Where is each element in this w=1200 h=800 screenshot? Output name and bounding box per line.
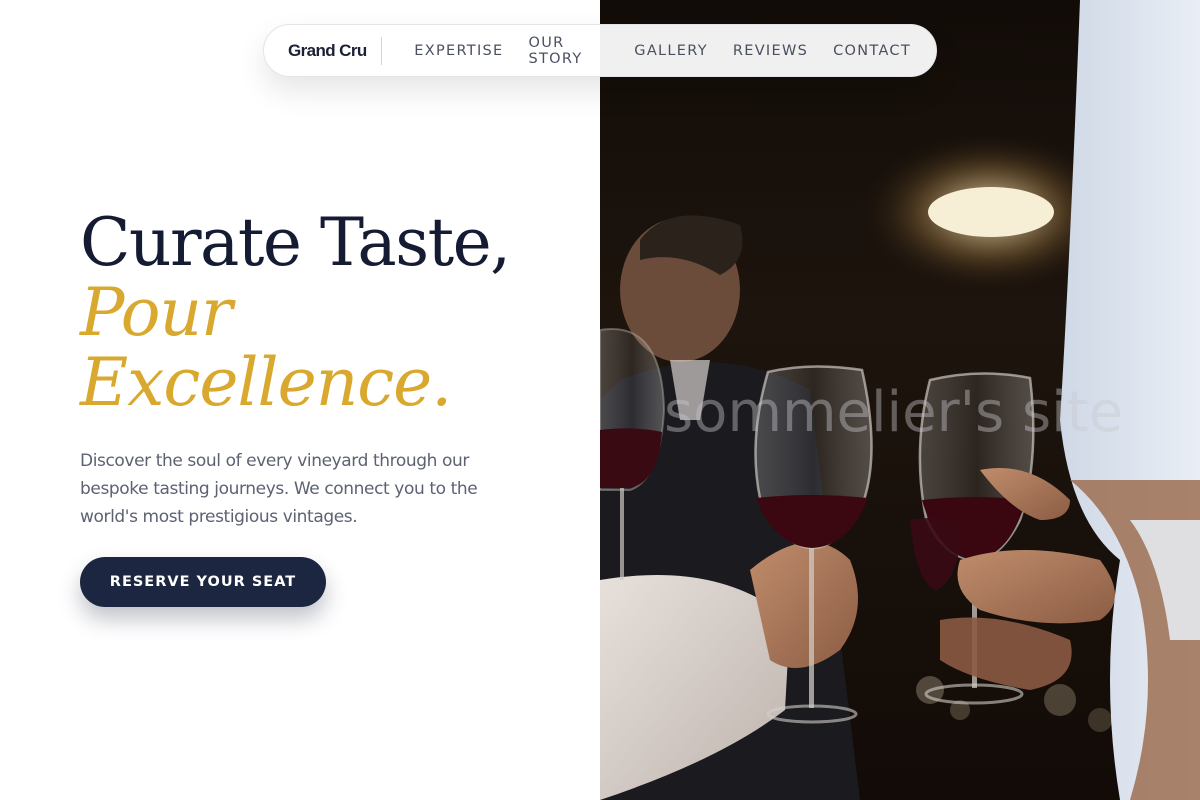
nav-divider — [381, 36, 383, 65]
nav-link-contact[interactable]: CONTACT — [833, 43, 911, 59]
nav-link-our-story[interactable]: OUR STORY — [529, 35, 610, 67]
headline-line-1: Curate Taste, — [80, 204, 511, 281]
brand-logo[interactable]: Grand Cru — [288, 41, 381, 61]
ceiling-lamp — [928, 187, 1054, 237]
nav-link-reviews[interactable]: REVIEWS — [733, 43, 808, 59]
reserve-seat-button[interactable]: RESERVE YOUR SEAT — [80, 557, 326, 607]
headline-line-2: Pour — [80, 274, 233, 351]
hero-photo: sommelier's site — [600, 0, 1200, 800]
nav-link-gallery[interactable]: GALLERY — [634, 43, 708, 59]
nav-links: EXPERTISE OUR STORY GALLERY REVIEWS CONT… — [414, 35, 936, 67]
hero-headline: Curate Taste, Pour Excellence. — [80, 204, 511, 421]
headline-line-3: Excellence. — [80, 344, 452, 421]
hero-description: Discover the soul of every vineyard thro… — [80, 451, 478, 527]
top-navigation: Grand Cru EXPERTISE OUR STORY GALLERY RE… — [263, 24, 937, 77]
right-hand-lower — [957, 550, 1115, 624]
nav-link-expertise[interactable]: EXPERTISE — [414, 43, 503, 59]
watermark-text: sommelier's site — [664, 380, 1124, 445]
